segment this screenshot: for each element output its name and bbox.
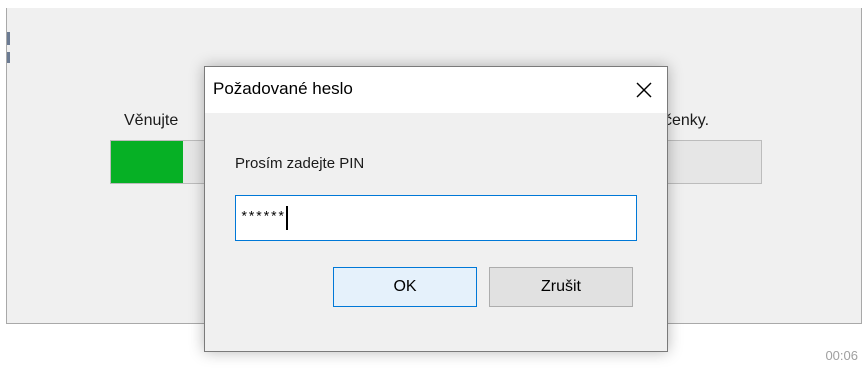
text-caret — [286, 206, 289, 230]
dialog-title-bar[interactable]: Požadované heslo — [205, 67, 667, 113]
cancel-button[interactable]: Zrušit — [489, 267, 633, 307]
window-edge-decoration — [7, 32, 10, 76]
progress-bar-fill — [111, 141, 183, 183]
ok-button[interactable]: OK — [333, 267, 477, 307]
background-message-left: Věnujte — [124, 112, 179, 129]
dialog-title: Požadované heslo — [213, 79, 353, 98]
close-button[interactable] — [621, 67, 667, 113]
password-dialog: Požadované heslo Prosím zadejte PIN ****… — [204, 66, 668, 352]
screen: Věnujte čenky. 00:06 Požadované heslo Pr… — [0, 0, 868, 371]
close-icon — [636, 82, 652, 98]
elapsed-timer: 00:06 — [825, 348, 858, 363]
background-message-right: čenky. — [664, 112, 710, 129]
pin-prompt-label: Prosím zadejte PIN — [235, 155, 365, 172]
pin-input-value: ****** — [240, 210, 285, 226]
pin-input[interactable]: ****** — [235, 195, 637, 241]
